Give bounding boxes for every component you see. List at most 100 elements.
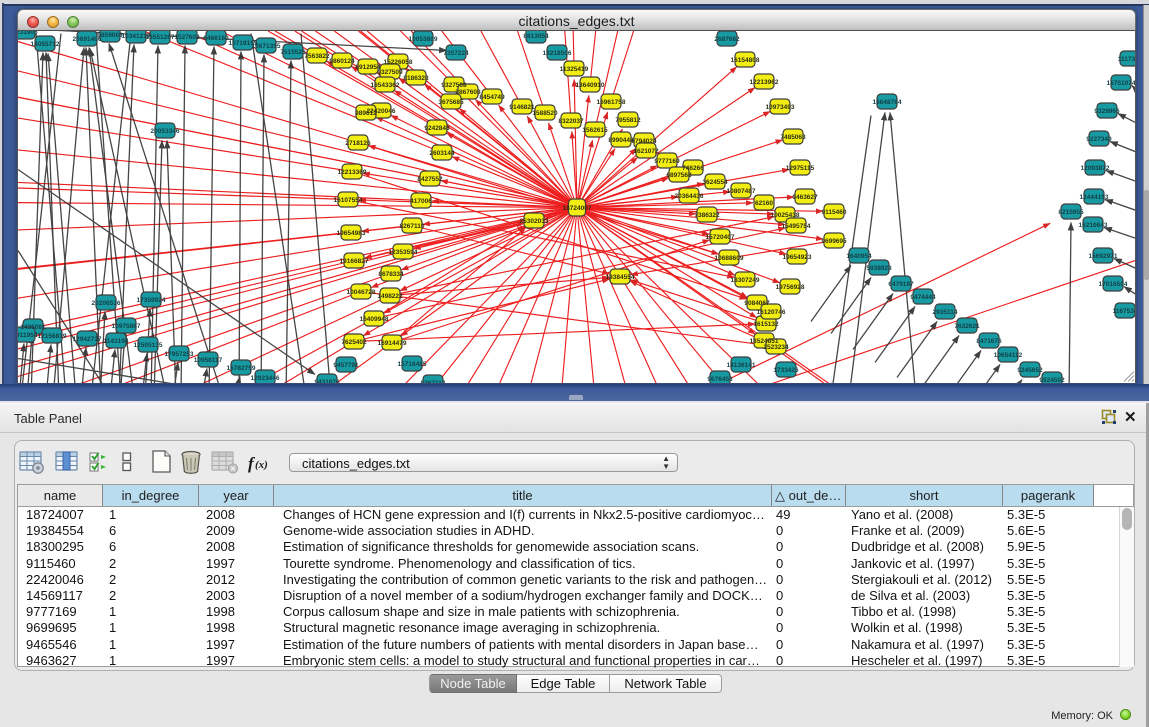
svg-text:17957253: 17957253 [165, 351, 194, 358]
svg-text:9231906: 9231906 [18, 31, 38, 36]
svg-text:12093872: 12093872 [1081, 165, 1110, 172]
svg-text:10654112: 10654112 [994, 352, 1023, 359]
svg-text:8454749: 8454749 [479, 94, 505, 101]
svg-text:16543362: 16543362 [371, 82, 400, 89]
svg-text:12353594: 12353594 [389, 249, 418, 256]
svg-text:9676453: 9676453 [707, 376, 733, 383]
svg-text:9329966: 9329966 [1094, 108, 1120, 115]
svg-text:1527602: 1527602 [174, 34, 200, 41]
svg-text:1562615: 1562615 [582, 127, 608, 134]
svg-text:16782759: 16782759 [227, 365, 256, 372]
svg-text:9115460: 9115460 [822, 209, 847, 216]
svg-text:1143194: 1143194 [104, 338, 129, 345]
svg-text:7955812: 7955812 [615, 117, 641, 124]
svg-text:8215955: 8215955 [1058, 209, 1084, 216]
svg-text:12505135: 12505135 [134, 342, 163, 349]
svg-text:8427552: 8427552 [417, 176, 443, 183]
svg-text:9327509: 9327509 [377, 69, 403, 76]
svg-text:9327508: 9327508 [441, 82, 467, 89]
svg-text:10973493: 10973493 [766, 104, 795, 111]
svg-text:7485063: 7485063 [780, 134, 806, 141]
svg-text:9474444: 9474444 [910, 294, 936, 301]
svg-text:15226058: 15226058 [384, 59, 413, 66]
svg-text:(x): (x) [255, 459, 268, 471]
svg-text:9463627: 9463627 [792, 194, 818, 201]
svg-text:15692971: 15692971 [1089, 253, 1118, 260]
svg-text:17359924: 17359924 [137, 297, 166, 304]
svg-text:6466160: 6466160 [203, 35, 229, 42]
svg-text:1640954: 1640954 [846, 253, 872, 260]
svg-text:15716485: 15716485 [398, 361, 427, 368]
svg-text:9924502: 9924502 [1039, 377, 1065, 384]
svg-text:9245652: 9245652 [1017, 367, 1043, 374]
svg-text:6794024: 6794024 [631, 138, 657, 145]
svg-text:7632621: 7632621 [954, 323, 980, 330]
svg-text:18724007: 18724007 [563, 205, 592, 212]
svg-text:9859068: 9859068 [97, 32, 123, 39]
svg-text:8322037: 8322037 [558, 118, 584, 125]
svg-text:9457791: 9457791 [333, 362, 359, 369]
svg-text:2523234: 2523234 [763, 344, 789, 351]
svg-text:15720407: 15720407 [706, 234, 735, 241]
svg-text:8678334: 8678334 [378, 271, 404, 278]
svg-text:3911954: 3911954 [18, 332, 38, 339]
svg-text:16120746: 16120746 [757, 309, 786, 316]
svg-text:18307249: 18307249 [731, 277, 760, 284]
svg-text:7625402: 7625402 [341, 339, 367, 346]
svg-text:746266: 746266 [682, 165, 704, 172]
svg-text:16154808: 16154808 [731, 57, 760, 64]
svg-text:19166827: 19166827 [340, 258, 369, 265]
svg-text:17016504: 17016504 [1099, 281, 1128, 288]
svg-text:16914479: 16914479 [378, 340, 407, 347]
svg-text:8471676: 8471676 [976, 338, 1002, 345]
svg-text:1435081: 1435081 [20, 324, 46, 331]
svg-text:10025438: 10025438 [771, 212, 800, 219]
svg-text:12923446: 12923446 [251, 375, 280, 382]
svg-text:9699695: 9699695 [821, 238, 847, 245]
svg-text:8813054: 8813054 [523, 33, 549, 40]
svg-text:9242848: 9242848 [424, 125, 450, 132]
svg-text:1588520: 1588520 [532, 110, 558, 117]
svg-text:12213369: 12213369 [338, 169, 367, 176]
svg-text:14136141: 14136141 [727, 362, 756, 369]
svg-text:1733426: 1733426 [773, 367, 799, 374]
svg-text:12975115: 12975115 [786, 165, 815, 172]
svg-text:13640910: 13640910 [576, 82, 605, 89]
svg-text:15751074: 15751074 [1107, 80, 1136, 87]
svg-text:10958117: 10958117 [194, 357, 223, 364]
svg-text:1167534: 1167534 [1113, 308, 1136, 315]
svg-text:12156819: 12156819 [38, 333, 67, 340]
svg-text:2867608: 2867608 [455, 89, 481, 96]
svg-text:5938928: 5938928 [866, 265, 892, 272]
svg-text:7357224: 7357224 [443, 50, 469, 57]
svg-text:19756928: 19756928 [776, 284, 805, 291]
svg-text:12213962: 12213962 [750, 79, 779, 86]
svg-text:8186328: 8186328 [403, 75, 429, 82]
svg-text:7515526: 7515526 [280, 49, 306, 56]
svg-text:19218506: 19218506 [543, 50, 572, 57]
svg-text:14055712: 14055712 [31, 41, 60, 48]
svg-text:20364436: 20364436 [675, 193, 704, 200]
svg-text:10975867: 10975867 [112, 323, 141, 330]
svg-text:6897568: 6897568 [666, 172, 692, 179]
svg-text:10053809: 10053809 [409, 36, 438, 43]
svg-text:20206536: 20206536 [92, 300, 121, 307]
svg-text:9146821: 9146821 [509, 104, 535, 111]
svg-text:8267110: 8267110 [400, 223, 425, 230]
svg-text:20053346: 20053346 [151, 128, 180, 135]
svg-text:16107554: 16107554 [334, 197, 363, 204]
svg-text:1498222: 1498222 [377, 293, 403, 300]
svg-text:10807487: 10807487 [727, 188, 756, 195]
svg-text:16409948: 16409948 [360, 316, 389, 323]
svg-text:989612: 989612 [355, 110, 377, 117]
svg-text:2687682: 2687682 [714, 36, 740, 43]
svg-text:10671355: 10671355 [252, 43, 281, 50]
svg-text:2718126: 2718126 [345, 140, 371, 147]
svg-text:16961758: 16961758 [597, 99, 626, 106]
svg-text:1117392: 1117392 [1118, 56, 1136, 63]
svg-text:9227349: 9227349 [1086, 136, 1112, 143]
svg-text:12444153: 12444153 [1080, 194, 1109, 201]
svg-text:1621072: 1621072 [633, 148, 659, 155]
svg-text:15495754: 15495754 [782, 223, 811, 230]
svg-text:9860124: 9860124 [329, 58, 355, 65]
